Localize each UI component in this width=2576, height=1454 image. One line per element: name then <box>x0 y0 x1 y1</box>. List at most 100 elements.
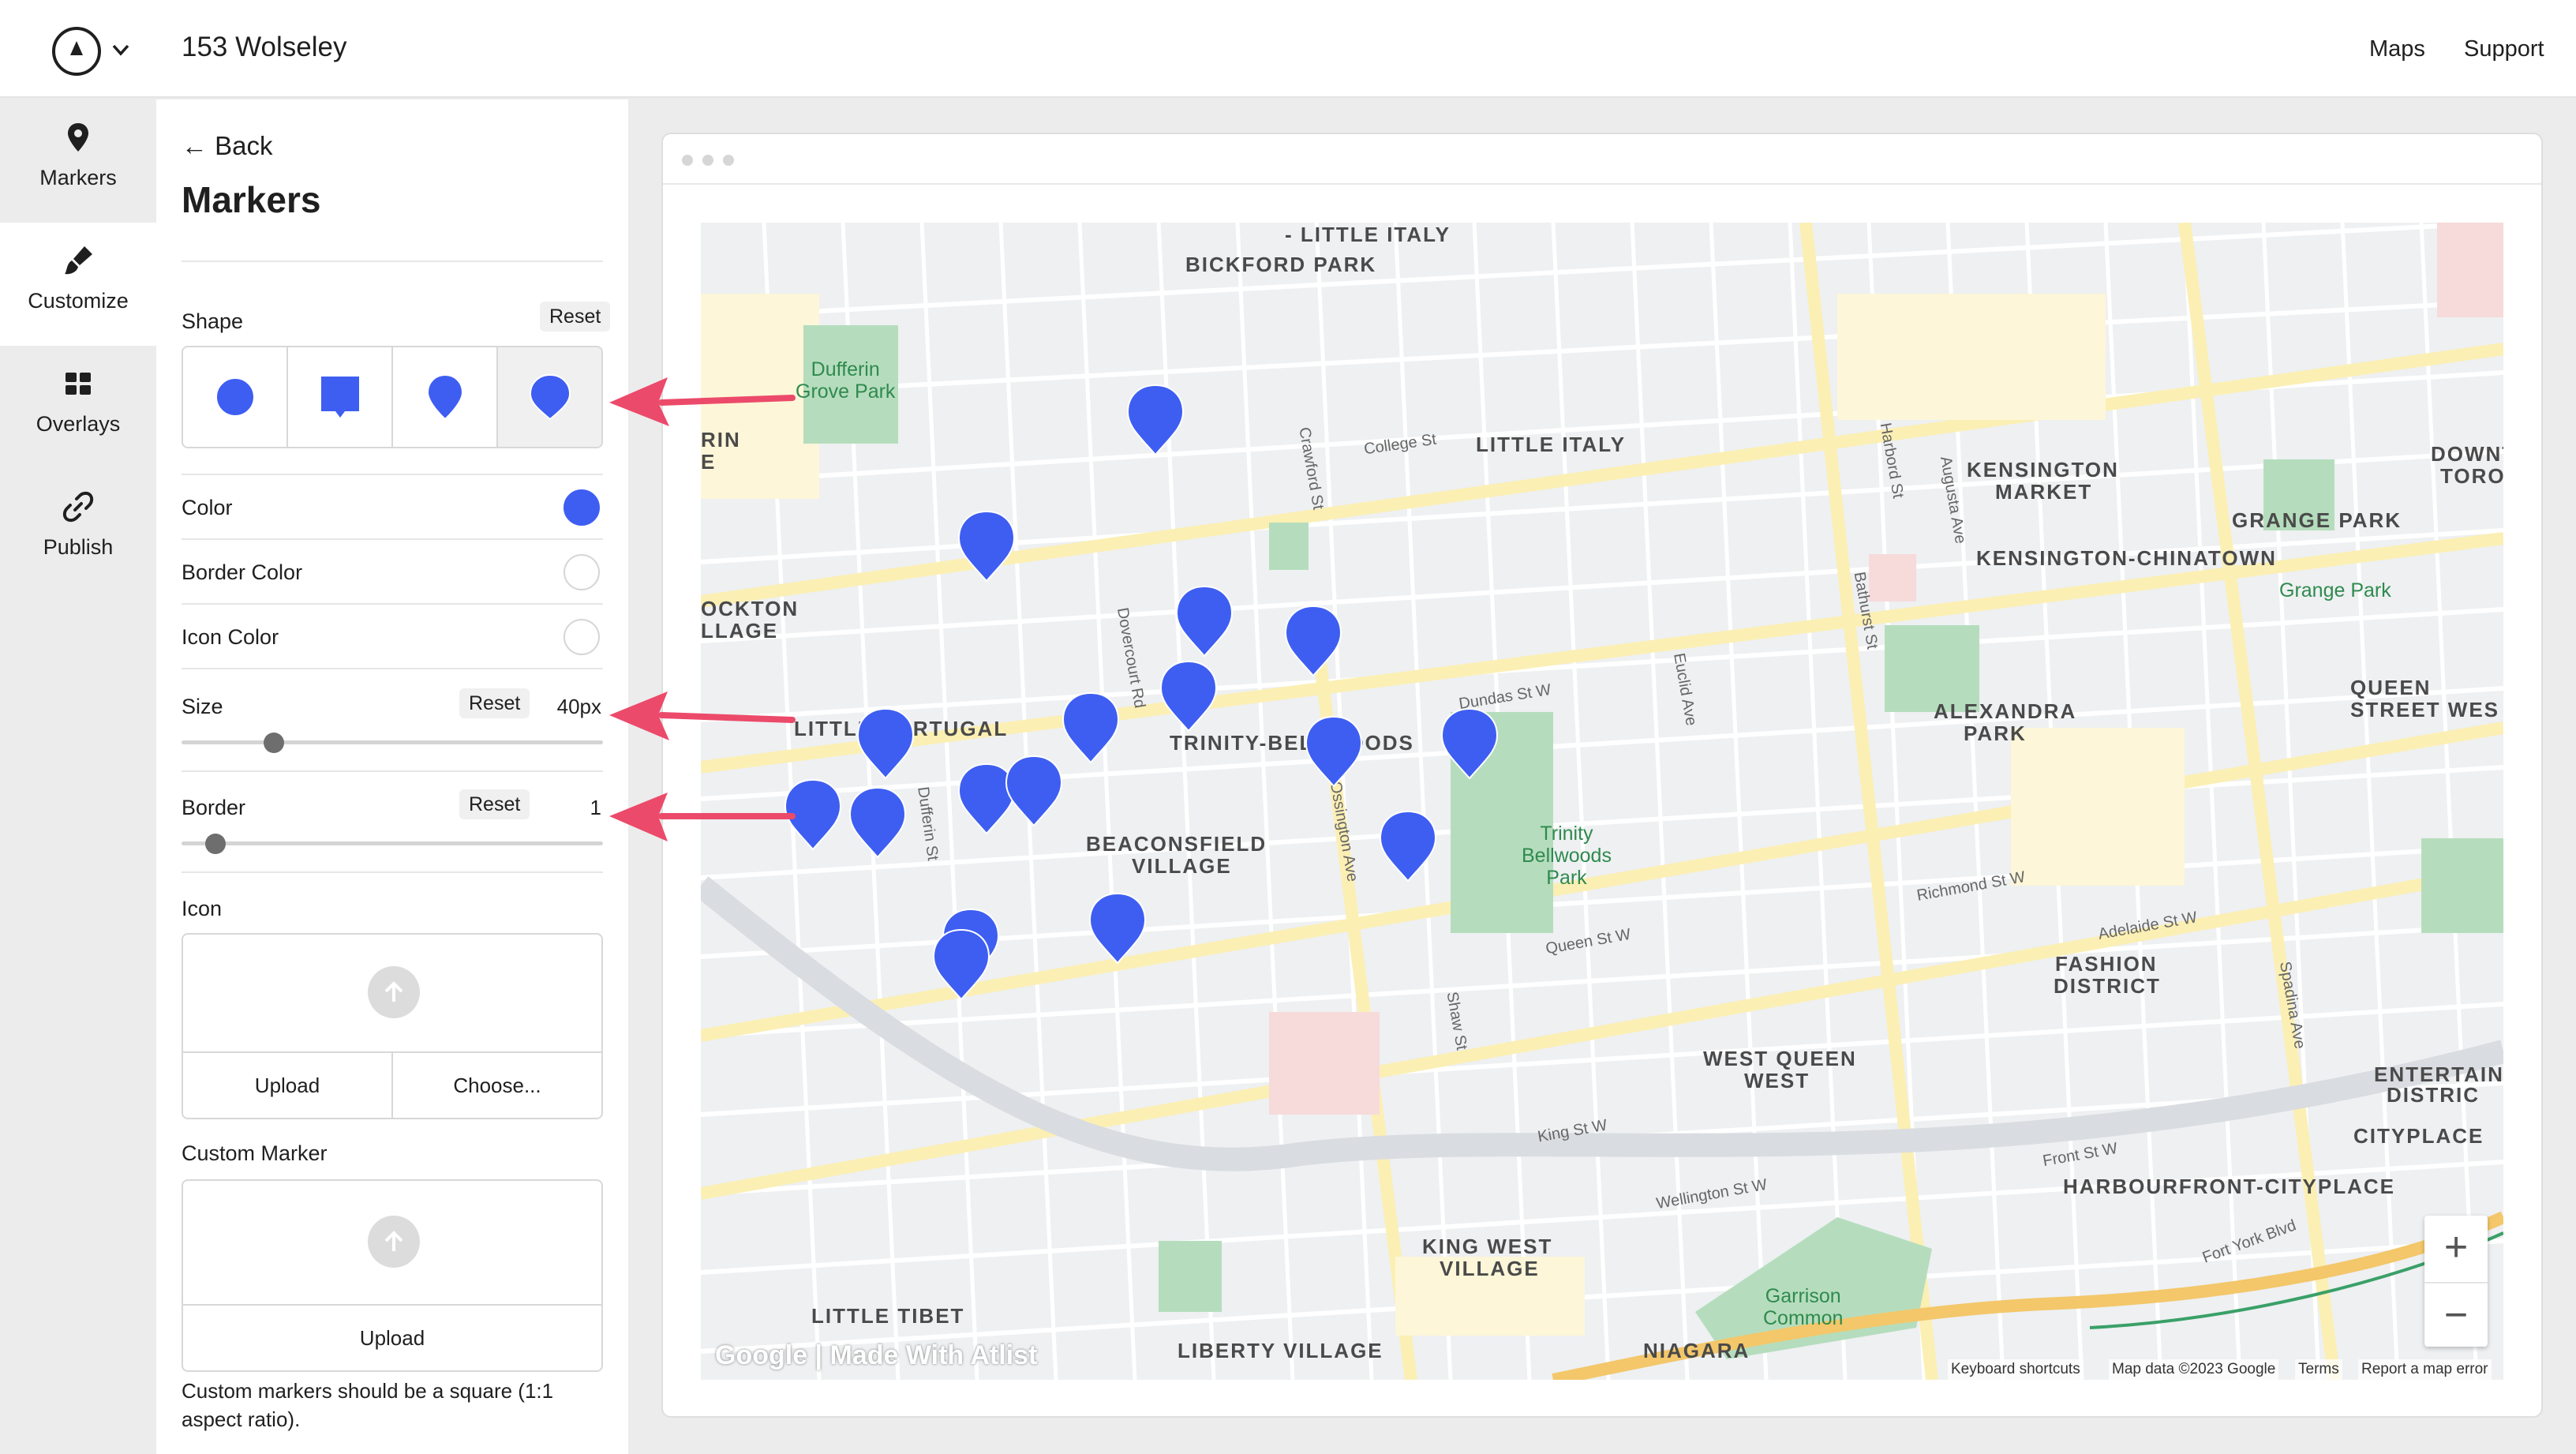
map-label: NIAGARA <box>1643 1339 1750 1362</box>
map-marker[interactable] <box>847 785 908 860</box>
map-label: FASHION <box>2055 952 2158 976</box>
divider <box>182 260 603 262</box>
park-label: Trinity Bellwoods Park <box>1522 823 1612 889</box>
park-label: Grange Park <box>2279 579 2391 601</box>
map-marker[interactable] <box>1158 658 1219 734</box>
map-label: OCKTON <box>701 597 799 620</box>
border-color-label: Border Color <box>182 560 303 584</box>
size-reset-button[interactable]: Reset <box>459 688 530 718</box>
map-marker[interactable] <box>1087 890 1148 966</box>
size-slider-track[interactable] <box>182 740 603 744</box>
keyboard-shortcuts-link[interactable]: Keyboard shortcuts <box>1948 1359 2084 1380</box>
icon-choose-button[interactable]: Choose... <box>391 1053 601 1118</box>
custom-marker-hint: Custom markers should be a square (1:1 a… <box>182 1379 554 1431</box>
map-marker[interactable] <box>930 927 992 1002</box>
left-rail: Markers Customize Overlays Publish <box>0 99 156 1454</box>
map-marker[interactable] <box>1439 706 1500 781</box>
rail-item-markers[interactable]: Markers <box>0 99 156 223</box>
border-slider-thumb[interactable] <box>204 834 226 854</box>
map-label: VILLAGE <box>1132 854 1232 878</box>
map-marker[interactable] <box>956 508 1017 584</box>
border-color-swatch[interactable] <box>564 554 600 590</box>
report-map-error-link[interactable]: Report a map error <box>2358 1359 2492 1380</box>
divider <box>182 871 603 873</box>
shape-option-pin[interactable] <box>393 347 498 447</box>
rail-item-overlays[interactable]: Overlays <box>0 346 156 469</box>
settings-panel: ← Back Markers Shape Reset Color Border … <box>156 99 628 1454</box>
map-label: VILLAGE <box>1440 1257 1540 1280</box>
divider <box>182 603 603 605</box>
window-dot <box>723 155 734 166</box>
annotation-arrow-icon <box>609 377 796 426</box>
border-reset-button[interactable]: Reset <box>459 789 530 819</box>
map-marker[interactable] <box>1125 382 1186 458</box>
map-label: DOWNT <box>2431 442 2503 466</box>
color-swatch[interactable] <box>564 489 600 526</box>
map-label: ALEXANDRA <box>1934 699 2077 723</box>
divider <box>182 668 603 669</box>
color-label: Color <box>182 496 233 519</box>
map-label: GRANGE PARK <box>2232 508 2402 532</box>
window-titlebar <box>663 134 2541 185</box>
maps-link[interactable]: Maps <box>2369 36 2425 62</box>
zoom-in-button[interactable]: + <box>2424 1216 2488 1280</box>
icon-color-label: Icon Color <box>182 625 279 649</box>
map-title[interactable]: 153 Wolseley <box>182 32 346 63</box>
annotation-arrow-icon <box>609 793 796 841</box>
rail-item-publish[interactable]: Publish <box>0 469 156 592</box>
back-button[interactable]: ← Back <box>182 131 273 161</box>
border-value: 1 <box>590 796 601 819</box>
map-label: BEACONSFIELD <box>1086 832 1267 856</box>
divider <box>182 770 603 772</box>
zoom-control: + − <box>2424 1216 2488 1347</box>
map-label: QUEEN <box>2350 676 2432 699</box>
map-label: DISTRIC <box>2387 1083 2480 1107</box>
map-marker[interactable] <box>1303 714 1365 789</box>
map-label: RIN <box>701 428 741 452</box>
map-marker[interactable] <box>1003 753 1065 829</box>
shape-reset-button[interactable]: Reset <box>540 302 611 332</box>
map-label: TRINITY-BELLWOODS <box>1170 731 1414 755</box>
map-marker[interactable] <box>1282 603 1344 679</box>
custom-marker-upload-button[interactable]: Upload <box>183 1306 601 1370</box>
map-marker[interactable] <box>1377 808 1439 884</box>
icon-color-swatch[interactable] <box>564 619 600 655</box>
map-label: E <box>701 450 717 474</box>
border-slider-track[interactable] <box>182 841 603 845</box>
size-slider-thumb[interactable] <box>264 733 285 753</box>
map-label: CITYPLACE <box>2353 1124 2484 1148</box>
map-label: KENSINGTON-CHINATOWN <box>1976 546 2277 570</box>
window-dot <box>702 155 713 166</box>
shape-option-circle[interactable] <box>183 347 288 447</box>
shape-option-square[interactable] <box>288 347 393 447</box>
map-label: DISTRICT <box>2054 974 2161 998</box>
map-marker[interactable] <box>1060 690 1121 766</box>
map-label: PARK <box>1964 721 2027 745</box>
shape-option-teardrop[interactable] <box>498 347 601 447</box>
icon-label: Icon <box>182 897 223 920</box>
upload-arrow-icon <box>368 1216 420 1268</box>
map-label: TORO <box>2440 464 2503 488</box>
grid-icon <box>66 373 91 395</box>
shape-selector <box>182 346 603 448</box>
map-label: LLAGE <box>701 619 779 643</box>
map-label: WEST QUEEN <box>1703 1047 1857 1070</box>
map-label: KENSINGTON <box>1967 458 2119 482</box>
app-logo-icon[interactable] <box>52 27 101 76</box>
pin-shape-icon <box>426 373 463 421</box>
rail-item-customize[interactable]: Customize <box>0 223 156 346</box>
teardrop-shape-icon <box>529 373 571 421</box>
upload-arrow-icon <box>368 966 420 1018</box>
divider <box>182 538 603 540</box>
map-marker[interactable] <box>1174 583 1235 659</box>
terms-link[interactable]: Terms <box>2295 1359 2342 1380</box>
map-marker[interactable] <box>855 706 916 781</box>
rail-label: Customize <box>28 289 129 313</box>
rail-label: Publish <box>43 535 114 559</box>
zoom-out-button[interactable]: − <box>2424 1282 2488 1347</box>
support-link[interactable]: Support <box>2464 36 2544 62</box>
chevron-down-icon[interactable] <box>109 38 133 62</box>
icon-upload-button[interactable]: Upload <box>183 1053 391 1118</box>
panel-title: Markers <box>182 179 321 220</box>
map-canvas[interactable]: - LITTLE ITALY BICKFORD PARK LITTLE ITAL… <box>701 223 2503 1380</box>
